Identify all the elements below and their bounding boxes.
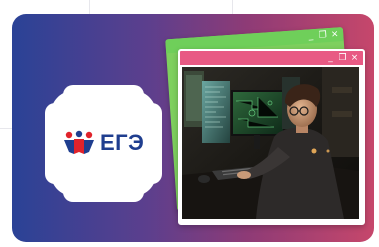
restore-icon[interactable]: ❐ [338,51,347,65]
logo-text: ЕГЭ [100,130,145,155]
ege-logo: ЕГЭ [62,130,144,156]
front-window-titlebar: _ ❐ × [180,51,363,65]
person-at-computer-monitors-icon [182,67,359,219]
person-at-computer-photo [182,67,359,219]
minimize-icon[interactable]: _ [306,29,316,44]
restore-icon[interactable]: ❐ [318,28,328,43]
promo-banner[interactable]: ЕГЭ _ ❐ × _ ❐ × [12,14,374,242]
ege-emblem-icon [64,130,94,154]
page: ЕГЭ _ ❐ × _ ❐ × [0,0,379,247]
close-icon[interactable]: × [330,27,340,42]
minimize-icon[interactable]: _ [326,51,335,65]
grid-line [0,128,12,129]
logo-card: ЕГЭ [45,85,162,202]
front-window: _ ❐ × [178,49,365,225]
close-icon[interactable]: × [350,51,359,65]
